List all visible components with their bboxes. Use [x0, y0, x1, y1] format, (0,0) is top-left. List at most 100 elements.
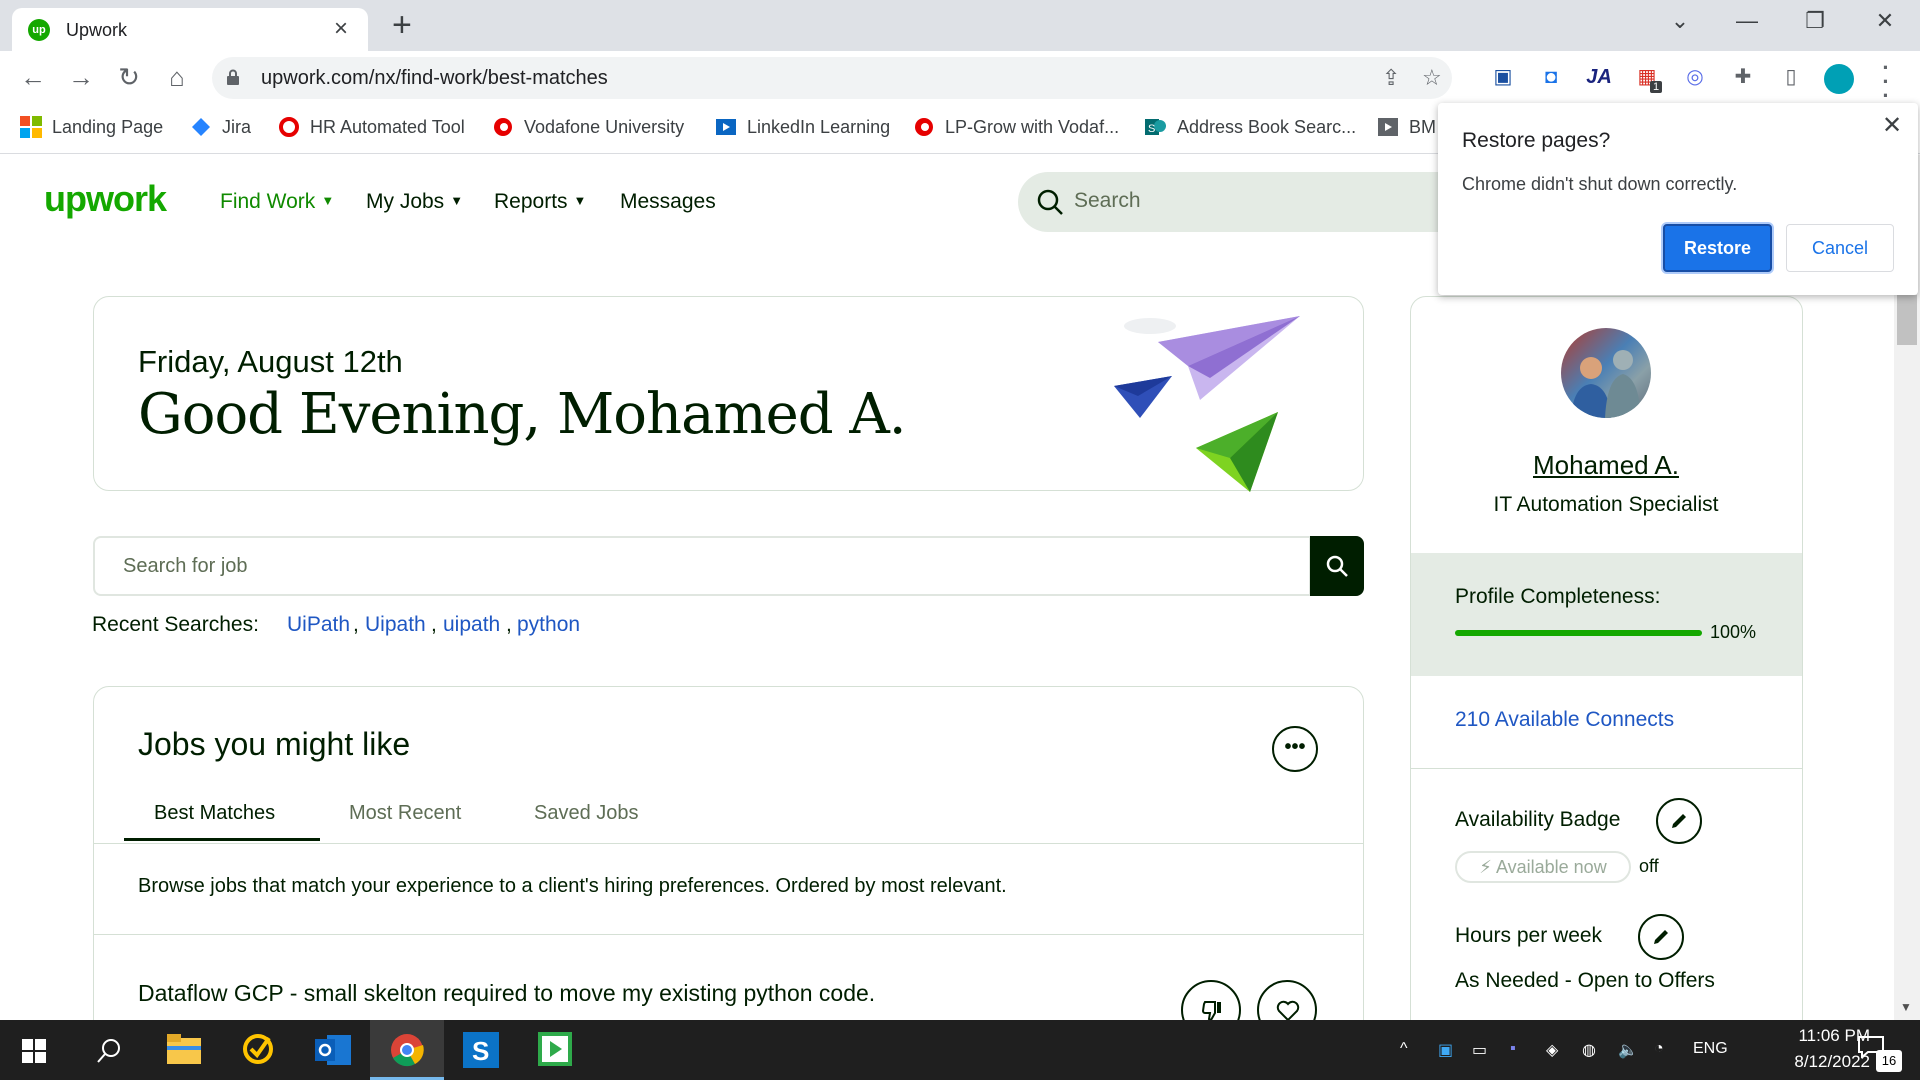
vodafone-icon: [279, 117, 299, 137]
tab-saved-jobs[interactable]: Saved Jobs: [534, 802, 639, 825]
avatar[interactable]: [1561, 328, 1651, 418]
norton-icon: [243, 1034, 273, 1064]
media-app[interactable]: [518, 1020, 592, 1080]
tray-expand-icon[interactable]: ^: [1400, 1040, 1408, 1058]
recent-search-link[interactable]: Uipath: [365, 613, 426, 637]
minimize-icon[interactable]: —: [1727, 8, 1767, 34]
back-icon[interactable]: ←: [16, 61, 50, 93]
lightning-icon: ⚡: [1479, 857, 1492, 877]
side-panel-icon[interactable]: ▯: [1775, 61, 1807, 93]
greeting-message: Good Evening, Mohamed A.: [138, 382, 907, 447]
completeness-label: Profile Completeness:: [1455, 585, 1661, 608]
nav-my-jobs[interactable]: My Jobs ▼: [366, 190, 463, 214]
address-bar[interactable]: upwork.com/nx/find-work/best-matches ⇪ ☆: [212, 57, 1452, 99]
nav-reports[interactable]: Reports ▼: [494, 190, 586, 214]
avatar-photo: [1571, 350, 1641, 418]
bookmark-lp-grow[interactable]: LP-Grow with Vodaf...: [913, 116, 1119, 138]
teams-icon[interactable]: ▪: [1510, 1040, 1516, 1058]
bookmark-linkedin-learning[interactable]: LinkedIn Learning: [715, 116, 890, 138]
edit-availability-button[interactable]: [1656, 798, 1702, 844]
save-extension-icon[interactable]: ▣: [1487, 61, 1519, 93]
recent-search-link[interactable]: UiPath: [287, 613, 350, 637]
screenshot-extension-icon[interactable]: ◘: [1535, 61, 1567, 93]
close-window-icon[interactable]: ✕: [1865, 8, 1905, 34]
profile-completeness-section: [1411, 553, 1802, 676]
cancel-button[interactable]: Cancel: [1786, 224, 1894, 272]
header-search-input[interactable]: Search: [1018, 172, 1438, 232]
lock-icon: [227, 69, 239, 85]
upwork-favicon-icon: up: [28, 19, 50, 41]
browser-titlebar: up Upwork × + ⌄ — ❐ ✕: [0, 0, 1920, 51]
clock-time[interactable]: 11:06 PM: [1750, 1026, 1870, 1046]
bookmark-label: Landing Page: [52, 117, 164, 137]
job-title-link[interactable]: Dataflow GCP - small skelton required to…: [138, 980, 875, 1007]
bookmark-jira[interactable]: Jira: [190, 116, 251, 138]
nav-find-work[interactable]: Find Work ▼: [220, 190, 334, 214]
network-globe-icon[interactable]: ◍: [1582, 1040, 1596, 1060]
share-icon[interactable]: ⇪: [1382, 65, 1400, 91]
volume-icon[interactable]: 🔈: [1618, 1040, 1638, 1060]
profile-avatar[interactable]: [1824, 64, 1854, 94]
chrome-menu-icon[interactable]: · · ·: [1876, 57, 1896, 107]
browser-tab[interactable]: up Upwork ×: [12, 8, 368, 51]
outlook-app[interactable]: [296, 1020, 370, 1080]
clock-date[interactable]: 8/12/2022: [1750, 1052, 1870, 1072]
chrome-icon: [391, 1034, 424, 1067]
tab-search-chevron-icon[interactable]: ⌄: [1660, 8, 1700, 34]
tray-security-icon[interactable]: ◈: [1546, 1040, 1558, 1060]
chevron-down-icon: ▼: [321, 193, 335, 208]
reload-icon[interactable]: ↻: [112, 61, 146, 93]
ja-extension-icon[interactable]: JA: [1583, 61, 1615, 93]
chrome-app[interactable]: [370, 1020, 444, 1080]
tab-most-recent[interactable]: Most Recent: [349, 802, 461, 825]
restore-button[interactable]: Restore: [1663, 224, 1772, 272]
taskbar-search-icon[interactable]: [96, 1038, 122, 1064]
tab-best-matches[interactable]: Best Matches: [154, 802, 275, 825]
nav-messages[interactable]: Messages: [620, 190, 716, 214]
active-tab-indicator: [124, 838, 320, 841]
language-indicator[interactable]: ENG: [1693, 1040, 1728, 1058]
job-search-button[interactable]: [1310, 536, 1364, 596]
file-explorer-app[interactable]: [148, 1020, 222, 1080]
sync-extension-icon[interactable]: ◎: [1679, 61, 1711, 93]
windows-start-icon[interactable]: [22, 1039, 46, 1063]
new-tab-icon[interactable]: +: [392, 8, 412, 42]
jobs-section-title: Jobs you might like: [138, 726, 411, 762]
recent-search-link[interactable]: uipath: [443, 613, 500, 637]
recent-search-link[interactable]: python: [517, 613, 580, 637]
browser-toolbar: ← → ↻ ⌂ upwork.com/nx/find-work/best-mat…: [0, 51, 1920, 107]
available-connects-link[interactable]: 210 Available Connects: [1455, 708, 1674, 732]
upwork-logo[interactable]: upwork: [44, 178, 167, 220]
home-icon[interactable]: ⌂: [160, 61, 194, 93]
battery-icon[interactable]: ▭: [1472, 1040, 1487, 1060]
nav-my-jobs-label: My Jobs: [366, 190, 445, 213]
profile-name-link[interactable]: Mohamed A.: [1400, 450, 1812, 481]
media-player-icon: [538, 1032, 572, 1066]
scroll-down-arrow-icon[interactable]: ▼: [1900, 1000, 1912, 1014]
bookmark-vodafone-university[interactable]: Vodafone University: [492, 116, 684, 138]
bookmark-landing-page[interactable]: Landing Page: [20, 116, 163, 138]
bookmark-hr-tool[interactable]: HR Automated Tool: [278, 116, 465, 138]
close-tab-icon[interactable]: ×: [334, 16, 348, 42]
wifi-icon[interactable]: ◔: [1654, 1040, 1664, 1058]
completeness-value: 100%: [1710, 622, 1757, 642]
tray-app-icon[interactable]: ▣: [1438, 1040, 1453, 1060]
nav-find-work-label: Find Work: [220, 190, 316, 213]
completeness-progress-bar: [1455, 630, 1702, 636]
bookmark-address-book[interactable]: S Address Book Searc...: [1145, 116, 1356, 138]
norton-app[interactable]: [222, 1020, 296, 1080]
forward-icon[interactable]: →: [64, 61, 98, 93]
extensions-puzzle-icon[interactable]: ✚: [1727, 61, 1759, 93]
svg-text:S: S: [472, 1036, 489, 1066]
more-options-button[interactable]: •••: [1272, 726, 1318, 772]
bookmark-star-icon[interactable]: ☆: [1422, 65, 1442, 91]
job-search-input[interactable]: Search for job: [93, 536, 1311, 596]
sap-app[interactable]: S: [444, 1020, 518, 1080]
dialog-close-icon[interactable]: ✕: [1882, 111, 1902, 140]
sharepoint-icon: S: [1145, 119, 1166, 135]
restore-window-icon[interactable]: ❐: [1795, 8, 1835, 34]
dialog-title: Restore pages?: [1462, 129, 1611, 152]
scrollbar-thumb[interactable]: [1897, 295, 1917, 345]
bookmark-bm[interactable]: BM: [1377, 116, 1436, 138]
edit-hours-button[interactable]: [1638, 914, 1684, 960]
